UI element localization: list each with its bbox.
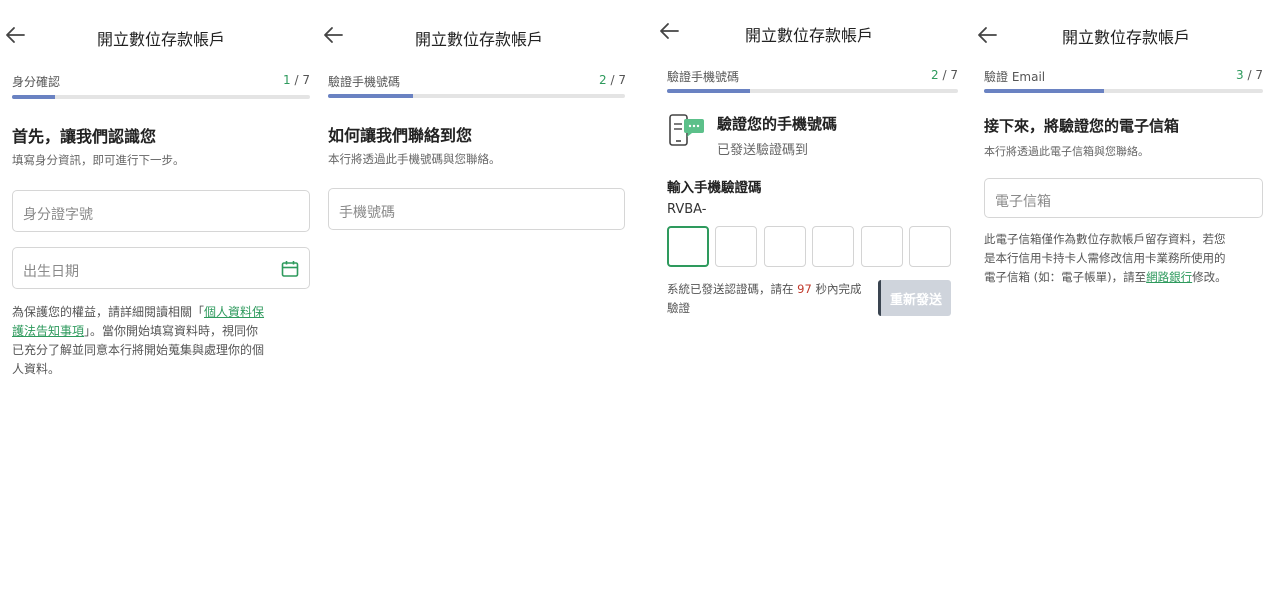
- step-total: / 7: [1247, 68, 1264, 82]
- step-total: / 7: [610, 73, 627, 87]
- note-text: 為保護您的權益，請詳細閱讀相關「: [12, 305, 205, 319]
- online-banking-link[interactable]: 網路銀行: [1146, 270, 1192, 284]
- progress-fill: [667, 89, 751, 93]
- progress-bar: [328, 94, 625, 98]
- otp-status-prefix: 系統已發送認證碼，請在: [667, 282, 794, 296]
- section-subtitle: 本行將透過此電子信箱與您聯絡。: [984, 145, 1149, 158]
- otp-digit-5[interactable]: [861, 226, 903, 267]
- step-current: 1: [283, 73, 291, 87]
- screen-email: 開立數位存款帳戶 驗證 Email 3 / 7 接下來，將驗證您的電子信箱 本行…: [972, 0, 1280, 595]
- step-total: / 7: [294, 73, 311, 87]
- phone-sms-icon: [669, 114, 704, 146]
- otp-digit-4[interactable]: [812, 226, 854, 267]
- resend-button[interactable]: 重新發送: [878, 280, 951, 316]
- screen-otp: 開立數位存款帳戶 驗證手機號碼 2 / 7 驗證您的手機號碼 已發送驗證碼到 輸…: [654, 0, 964, 595]
- note-text: 」。當你開始填寫資料時，視同你: [84, 324, 259, 338]
- note-text: 此電子信箱僅作為數位存款帳戶留存資料，若您: [984, 232, 1226, 246]
- birth-date-input[interactable]: 出生日期: [12, 247, 310, 289]
- step-label: 驗證手機號碼: [328, 75, 401, 89]
- note-text: 已充分了解並同意本行將開始蒐集與處理你的個: [12, 343, 265, 357]
- step-label: 身分確認: [12, 75, 61, 89]
- note-text: 人資料。: [12, 362, 61, 376]
- section-heading: 接下來，將驗證您的電子信箱: [984, 117, 1180, 135]
- otp-prefix: RVBA-: [667, 202, 707, 217]
- email-placeholder: 電子信箱: [995, 194, 1051, 210]
- otp-digit-6[interactable]: [909, 226, 951, 267]
- otp-status-suffix: 秒內完成: [815, 282, 862, 296]
- step-count: 3 / 7: [1236, 68, 1263, 82]
- step-total: / 7: [942, 68, 959, 82]
- calendar-icon[interactable]: [281, 260, 299, 278]
- progress-bar: [12, 95, 310, 99]
- privacy-notice-link[interactable]: 個人資料保: [204, 305, 264, 319]
- otp-digit-2[interactable]: [715, 226, 757, 267]
- privacy-note: 為保護您的權益，請詳細閱讀相關「個人資料保 護法告知事項」。當你開始填寫資料時，…: [12, 303, 312, 379]
- otp-digit-1[interactable]: [667, 226, 709, 267]
- id-number-placeholder: 身分證字號: [23, 207, 93, 223]
- page-title: 開立數位存款帳戶: [414, 30, 543, 49]
- otp-label: 輸入手機驗證碼: [667, 180, 762, 196]
- otp-status-text: 系統已發送認證碼，請在 97 秒內完成 驗證: [667, 280, 877, 318]
- progress-bar: [984, 89, 1263, 93]
- sms-subtitle: 已發送驗證碼到: [717, 143, 809, 158]
- otp-status-line2: 驗證: [667, 301, 690, 315]
- id-number-input[interactable]: 身分證字號: [12, 190, 310, 232]
- screen-phone: 開立數位存款帳戶 驗證手機號碼 2 / 7 如何讓我們聯絡到您 本行將透過此手機…: [318, 0, 640, 595]
- email-input[interactable]: 電子信箱: [984, 178, 1263, 218]
- page-title: 開立數位存款帳戶: [744, 26, 873, 45]
- step-label: 驗證手機號碼: [667, 70, 740, 84]
- progress-fill: [12, 95, 55, 99]
- progress-bar: [667, 89, 958, 93]
- step-count: 1 / 7: [283, 73, 310, 87]
- section-heading: 如何讓我們聯絡到您: [328, 126, 473, 145]
- page-title: 開立數位存款帳戶: [96, 30, 225, 49]
- step-label: 驗證 Email: [984, 70, 1046, 84]
- note-text: 電子信箱 (如：電子帳單)，請至: [984, 270, 1147, 284]
- progress-fill: [328, 94, 413, 98]
- section-subtitle: 本行將透過此手機號碼與您聯絡。: [328, 152, 501, 166]
- section-heading: 首先，讓我們認識您: [12, 127, 157, 146]
- sms-title: 驗證您的手機號碼: [717, 115, 838, 133]
- phone-number-input[interactable]: 手機號碼: [328, 188, 625, 230]
- progress-fill: [984, 89, 1104, 93]
- step-count: 2 / 7: [931, 68, 958, 82]
- page-title: 開立數位存款帳戶: [1061, 28, 1190, 47]
- step-current: 2: [599, 73, 607, 87]
- note-text: 修改。: [1192, 270, 1227, 284]
- note-text: 是本行信用卡持卡人需修改信用卡業務所使用的: [984, 251, 1226, 265]
- section-subtitle: 填寫身分資訊，即可進行下一步。: [12, 153, 185, 167]
- privacy-notice-link-cont[interactable]: 護法告知事項: [12, 324, 84, 338]
- step-count: 2 / 7: [599, 73, 626, 87]
- birth-date-placeholder: 出生日期: [23, 264, 79, 280]
- step-current: 2: [931, 68, 939, 82]
- step-current: 3: [1236, 68, 1244, 82]
- otp-digit-3[interactable]: [764, 226, 806, 267]
- countdown-seconds: 97: [797, 282, 812, 296]
- phone-number-placeholder: 手機號碼: [339, 205, 395, 221]
- email-note: 此電子信箱僅作為數位存款帳戶留存資料，若您 是本行信用卡持卡人需修改信用卡業務所…: [984, 230, 1274, 287]
- screen-identity: 開立數位存款帳戶 身分確認 1 / 7 首先，讓我們認識您 填寫身分資訊，即可進…: [0, 0, 322, 595]
